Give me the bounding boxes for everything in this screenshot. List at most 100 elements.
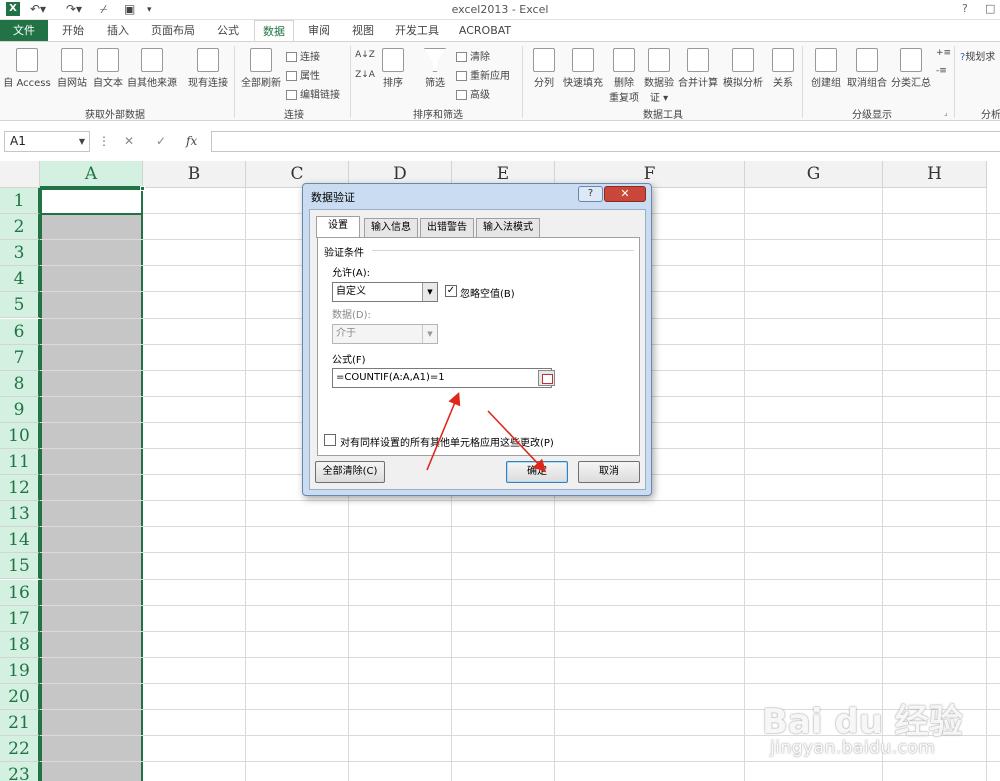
column-header-b[interactable]: B [143, 161, 246, 188]
row-header-17[interactable]: 17 [0, 605, 40, 632]
existing-connections-button[interactable]: 现有连接 [184, 48, 232, 89]
refresh-all-button[interactable]: 全部刷新 [238, 48, 284, 89]
row-header-15[interactable]: 15 [0, 553, 40, 580]
row-header-2[interactable]: 2 [0, 214, 40, 241]
what-if-analysis-button[interactable]: 模拟分析 [720, 48, 766, 89]
tab-file[interactable]: 文件 [0, 20, 48, 42]
tab-input-message[interactable]: 输入信息 [364, 218, 418, 237]
tab-home[interactable]: 开始 [54, 20, 92, 42]
data-validation-button[interactable]: 数据验 证 ▾ [640, 48, 678, 104]
settings-panel: 验证条件 允许(A): 自定义 ▼ ✓ 忽略空值(B) 数据(D): 介于 ▼ 公式… [317, 237, 640, 456]
dialog-help-button[interactable]: ? [578, 186, 603, 202]
formula-field[interactable]: =COUNTIF(A:A,A1)=1 [332, 368, 552, 388]
group-separator [350, 46, 351, 118]
column-header-h[interactable]: H [883, 161, 987, 188]
row-header-1[interactable]: 1 [0, 188, 40, 214]
tab-ime-mode[interactable]: 输入法模式 [476, 218, 540, 237]
tab-data[interactable]: 数据 [254, 20, 294, 42]
chevron-down-icon[interactable]: ▼ [422, 283, 437, 301]
text-to-columns-button[interactable]: 分列 [526, 48, 562, 89]
chevron-down-icon[interactable]: ▼ [422, 325, 437, 343]
from-other-sources-button[interactable]: 自其他来源 [126, 48, 178, 89]
insert-function-icon[interactable]: fx [186, 134, 197, 148]
from-web-button[interactable]: 自网站 [54, 48, 90, 89]
formula-input[interactable] [211, 131, 1000, 152]
row-header-7[interactable]: 7 [0, 344, 40, 371]
tab-review[interactable]: 审阅 [300, 20, 338, 42]
tab-view[interactable]: 视图 [344, 20, 382, 42]
reapply-button[interactable]: 重新应用 [456, 67, 510, 82]
row-header-21[interactable]: 21 [0, 710, 40, 736]
enter-icon[interactable]: ✓ [156, 134, 166, 148]
select-all-corner[interactable] [0, 161, 40, 188]
clear-all-button[interactable]: 全部清除(C) [315, 461, 385, 483]
allow-select[interactable]: 自定义 ▼ [332, 282, 438, 302]
tab-formulas[interactable]: 公式 [208, 20, 248, 42]
row-header-20[interactable]: 20 [0, 683, 40, 710]
flash-fill-button[interactable]: 快速填充 [560, 48, 606, 89]
group-button[interactable]: 创建组 [806, 48, 846, 89]
remove-duplicates-button[interactable]: 删除 重复项 [606, 48, 642, 104]
restore-button[interactable]: □ [985, 2, 995, 15]
more-icon[interactable]: ⋮ [98, 134, 110, 148]
clear-filter-button[interactable]: 清除 [456, 48, 490, 63]
advanced-filter-button[interactable]: 高级 [456, 86, 490, 101]
tab-settings[interactable]: 设置 [316, 216, 360, 238]
row-header-10[interactable]: 10 [0, 422, 40, 449]
cancel-button[interactable]: 取消 [578, 461, 640, 483]
show-detail-icon[interactable]: +≡ [936, 48, 951, 58]
column-header-a[interactable]: A [40, 161, 143, 188]
ungroup-button[interactable]: 取消组合 [844, 48, 890, 89]
row-header-18[interactable]: 18 [0, 631, 40, 658]
cancel-icon[interactable]: ✕ [124, 134, 134, 148]
dialog-launcher-icon[interactable]: ⌟ [944, 108, 948, 117]
help-button[interactable]: ? [962, 2, 968, 15]
ribbon-tabs: 文件 开始 插入 页面布局 公式 数据 审阅 视图 开发工具 ACROBAT [0, 20, 1000, 42]
fill-handle[interactable] [140, 186, 145, 191]
tab-error-alert[interactable]: 出错警告 [420, 218, 474, 237]
chevron-down-icon[interactable]: ▼ [79, 132, 85, 151]
hide-detail-icon[interactable]: -≡ [936, 66, 947, 76]
filter-button[interactable]: 筛选 [418, 48, 452, 89]
row-header-11[interactable]: 11 [0, 449, 40, 475]
from-access-button[interactable]: 自 Access [2, 48, 52, 89]
column-header-g[interactable]: G [745, 161, 883, 188]
collapse-dialog-icon[interactable] [538, 370, 555, 386]
tab-developer[interactable]: 开发工具 [388, 20, 446, 42]
relationships-button[interactable]: 关系 [768, 48, 798, 89]
from-text-button[interactable]: 自文本 [90, 48, 126, 89]
apply-all-checkbox[interactable] [324, 434, 336, 446]
ignore-blank-checkbox[interactable]: ✓ [445, 285, 457, 297]
row-header-23[interactable]: 23 [0, 762, 40, 781]
connections-button[interactable]: 连接 [286, 48, 320, 63]
row-header-9[interactable]: 9 [0, 396, 40, 423]
row-header-8[interactable]: 8 [0, 370, 40, 397]
data-validation-dialog: 数据验证 ? ✕ 设置 输入信息 出错警告 输入法模式 验证条件 允许(A): … [302, 183, 652, 496]
row-header-12[interactable]: 12 [0, 475, 40, 502]
consolidate-button[interactable]: 合并计算 [676, 48, 720, 89]
row-header-19[interactable]: 19 [0, 657, 40, 684]
selected-column-range[interactable] [40, 188, 143, 781]
row-header-22[interactable]: 22 [0, 736, 40, 763]
name-box[interactable]: A1 ▼ [4, 131, 90, 152]
tab-insert[interactable]: 插入 [98, 20, 138, 42]
edit-links-button[interactable]: 编辑链接 [286, 86, 340, 101]
row-header-13[interactable]: 13 [0, 501, 40, 528]
row-header-14[interactable]: 14 [0, 527, 40, 554]
tab-acrobat[interactable]: ACROBAT [452, 20, 518, 42]
row-header-16[interactable]: 16 [0, 579, 40, 606]
solver-button[interactable]: ?⁠规划求 [960, 48, 995, 63]
ok-button[interactable]: 确定 [506, 461, 568, 483]
properties-button[interactable]: 属性 [286, 67, 320, 82]
row-header-4[interactable]: 4 [0, 266, 40, 293]
row-header-5[interactable]: 5 [0, 292, 40, 319]
row-header-6[interactable]: 6 [0, 318, 40, 345]
row-header-3[interactable]: 3 [0, 240, 40, 267]
data-select[interactable]: 介于 ▼ [332, 324, 438, 344]
sort-az-button[interactable]: A↓Z Z↓A [354, 50, 376, 80]
sort-button[interactable]: 排序 [378, 48, 408, 89]
tab-page-layout[interactable]: 页面布局 [144, 20, 202, 42]
active-cell-a1[interactable] [40, 188, 143, 215]
subtotal-button[interactable]: 分类汇总 [888, 48, 934, 89]
dialog-close-button[interactable]: ✕ [604, 186, 646, 202]
